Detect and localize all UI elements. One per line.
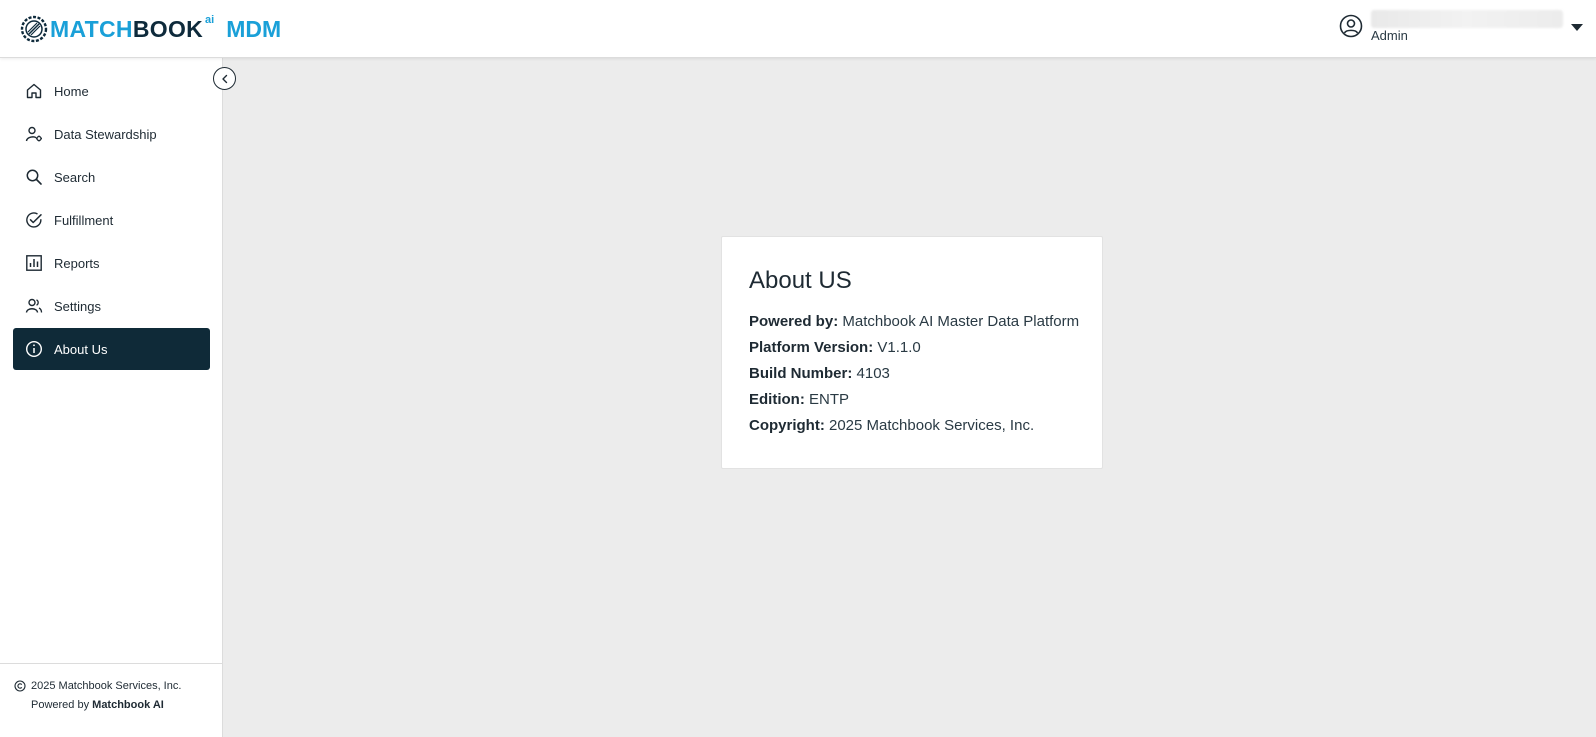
home-icon (24, 81, 44, 101)
footer-powered-prefix: Powered by (31, 699, 90, 711)
sidebar-item-fulfillment[interactable]: Fulfillment (13, 199, 210, 241)
about-row-key: Build Number: (749, 365, 853, 382)
search-icon (24, 167, 44, 187)
footer-powered-brand: Matchbook AI (92, 699, 164, 711)
about-row-value: 2025 Matchbook Services, Inc. (829, 417, 1035, 434)
footer-powered-by: Powered by Matchbook AI (31, 699, 164, 711)
users-icon (24, 296, 44, 316)
sidebar-item-label: Settings (54, 298, 101, 314)
sidebar-item-settings[interactable]: Settings (13, 285, 210, 327)
caret-down-icon[interactable] (1571, 24, 1583, 31)
sidebar-item-home[interactable]: Home (13, 70, 210, 112)
sidebar-item-data-stewardship[interactable]: Data Stewardship (13, 113, 210, 155)
about-row-value: ENTP (809, 391, 850, 408)
footer-copyright: 2025 Matchbook Services, Inc. (14, 680, 181, 692)
sidebar-item-label: Search (54, 169, 96, 185)
about-row-key: Platform Version: (749, 339, 874, 356)
about-row-key: Edition: (749, 391, 805, 408)
sidebar-item-label: About Us (54, 341, 108, 357)
user-account-icon (1339, 14, 1363, 38)
logo-mark-icon (20, 15, 48, 43)
about-title: About US (749, 267, 852, 294)
sidebar-footer: 2025 Matchbook Services, Inc. Powered by… (0, 663, 223, 737)
logo-superscript: ai (205, 14, 215, 26)
logo-word-book: BOOK (132, 15, 204, 42)
about-row-platform-version: Platform Version: V1.1.0 (749, 335, 1075, 361)
about-row-key: Copyright: (749, 417, 825, 434)
user-menu[interactable]: Admin (1339, 10, 1589, 50)
check-circle-icon (24, 210, 44, 230)
chevron-left-icon (221, 74, 227, 83)
sidebar-item-reports[interactable]: Reports (13, 242, 210, 284)
about-row-value: 4103 (856, 365, 890, 382)
footer-copyright-text: 2025 Matchbook Services, Inc. (31, 680, 182, 692)
about-card: About US Powered by: Matchbook AI Master… (721, 236, 1103, 469)
sidebar-collapse-button[interactable] (213, 67, 236, 90)
matchbook-logo[interactable]: MATCH BOOK ai MDM (20, 13, 281, 45)
data-stewardship-icon (24, 124, 44, 144)
about-row-key: Powered by: (749, 313, 839, 330)
bar-chart-icon (24, 253, 44, 273)
top-header: MATCH BOOK ai MDM Admin (0, 0, 1596, 58)
logo-word-match: MATCH (50, 15, 133, 42)
about-row-value: V1.1.0 (877, 339, 921, 356)
sidebar-nav: Home Data Stewardship Search Fulfillment… (13, 70, 210, 371)
about-row-edition: Edition: ENTP (749, 387, 1075, 413)
sidebar-item-about-us[interactable]: About Us (13, 328, 210, 370)
about-row-copyright: Copyright: 2025 Matchbook Services, Inc. (749, 413, 1075, 439)
sidebar: Home Data Stewardship Search Fulfillment… (0, 58, 223, 737)
info-icon (24, 339, 44, 359)
about-row-build-number: Build Number: 4103 (749, 361, 1075, 387)
user-name-redacted (1371, 10, 1563, 28)
copyright-icon (14, 680, 26, 692)
about-row-powered-by: Powered by: Matchbook AI Master Data Pla… (749, 309, 1079, 335)
sidebar-item-label: Fulfillment (54, 212, 114, 228)
sidebar-item-search[interactable]: Search (13, 156, 210, 198)
sidebar-item-label: Home (54, 83, 89, 99)
about-row-value: Matchbook AI Master Data Platform (842, 313, 1080, 330)
sidebar-item-label: Reports (54, 255, 100, 271)
sidebar-item-label: Data Stewardship (54, 126, 157, 142)
logo-product-name: MDM (226, 15, 282, 42)
user-role: Admin (1371, 28, 1408, 43)
